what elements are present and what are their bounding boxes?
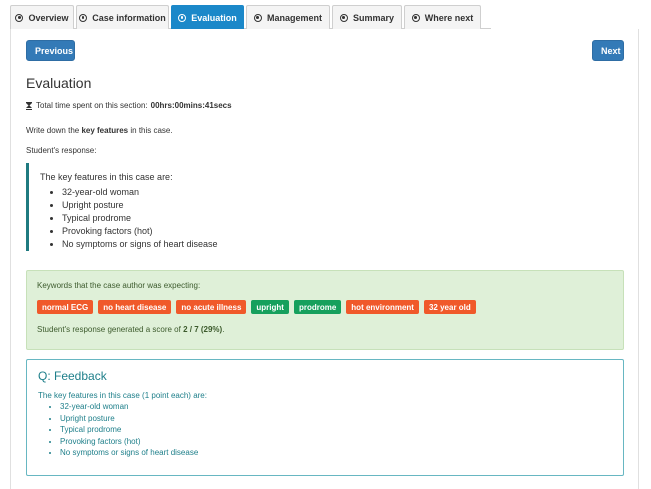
feedback-list: 32-year-old woman Upright posture Typica…: [38, 401, 612, 459]
tab-label: Summary: [352, 12, 395, 23]
tab-label: Evaluation: [191, 12, 237, 23]
timer-value: 00hrs:00mins:41secs: [150, 101, 232, 110]
instruction-text: Write down the: [26, 126, 82, 135]
student-response: The key features in this case are: 32-ye…: [26, 163, 326, 251]
hourglass-icon: [26, 101, 32, 110]
response-list: 32-year-old woman Upright posture Typica…: [40, 186, 326, 251]
tab-evaluation[interactable]: Evaluation: [171, 5, 244, 29]
timer-label: Total time spent on this section:: [36, 101, 148, 110]
score-value: 2 / 7 (29%): [183, 325, 223, 334]
list-item: Typical prodrome: [60, 424, 612, 436]
instruction-emphasis: key features: [81, 126, 129, 135]
feedback-panel: Q: Feedback The key features in this cas…: [26, 359, 624, 476]
next-button[interactable]: Next: [592, 40, 624, 61]
list-item: Provoking factors (hot): [62, 225, 326, 238]
score-label: Student's response generated a score of: [37, 325, 184, 334]
circle-dot-icon: [178, 13, 187, 22]
tab-label: Management: [266, 12, 322, 23]
tab-label: Case information: [92, 12, 166, 23]
keyword-tag-missing: no heart disease: [98, 300, 172, 314]
time-spent: Total time spent on this section: 00hrs:…: [26, 101, 232, 110]
list-item: Upright posture: [60, 413, 612, 425]
circle-dot-icon: [339, 13, 348, 22]
previous-button[interactable]: Previous: [26, 40, 75, 61]
score-end: .: [222, 325, 225, 334]
tab-case-information[interactable]: Case information: [76, 5, 169, 29]
keyword-tag-matched: prodrome: [293, 300, 342, 314]
tab-label: Overview: [28, 12, 69, 23]
list-item: 32-year-old woman: [62, 186, 326, 199]
list-item: 32-year-old woman: [60, 401, 612, 413]
response-intro: The key features in this case are:: [40, 172, 173, 182]
instruction-text-end: in this case.: [128, 126, 173, 135]
section-tabs: Overview Case information Evaluation Man…: [10, 5, 491, 29]
circle-dot-icon: [15, 13, 24, 22]
score-text: Student's response generated a score of …: [37, 325, 613, 334]
keyword-tag-matched: upright: [251, 300, 289, 314]
evaluation-panel: Previous Next Evaluation Total time spen…: [10, 29, 639, 489]
keyword-tag-missing: no acute illness: [176, 300, 247, 314]
keywords-heading: Keywords that the case author was expect…: [37, 281, 201, 290]
list-item: Provoking factors (hot): [60, 436, 612, 448]
tab-overview[interactable]: Overview: [10, 5, 74, 29]
keyword-tag-missing: normal ECG: [37, 300, 94, 314]
circle-dot-icon: [79, 13, 88, 22]
feedback-intro: The key features in this case (1 point e…: [38, 391, 207, 400]
page-title: Evaluation: [26, 75, 92, 91]
list-item: Upright posture: [62, 199, 326, 212]
keyword-tag-missing: hot environment: [346, 300, 419, 314]
tab-summary[interactable]: Summary: [332, 5, 402, 29]
tab-where-next[interactable]: Where next: [404, 5, 481, 29]
feedback-title: Q: Feedback: [38, 369, 107, 383]
question-instruction: Write down the key features in this case…: [26, 126, 173, 135]
list-item: Typical prodrome: [62, 212, 326, 225]
tab-management[interactable]: Management: [246, 5, 330, 29]
keyword-tag-missing: 32 year old: [423, 300, 476, 314]
response-label: Student's response:: [26, 146, 97, 155]
list-item: No symptoms or signs of heart disease: [60, 447, 612, 459]
keywords-panel: Keywords that the case author was expect…: [26, 270, 624, 350]
list-item: No symptoms or signs of heart disease: [62, 238, 326, 251]
keyword-tags: normal ECG no heart disease no acute illne…: [37, 300, 613, 314]
tab-label: Where next: [424, 12, 474, 23]
circle-dot-icon: [253, 13, 262, 22]
circle-dot-icon: [411, 13, 420, 22]
